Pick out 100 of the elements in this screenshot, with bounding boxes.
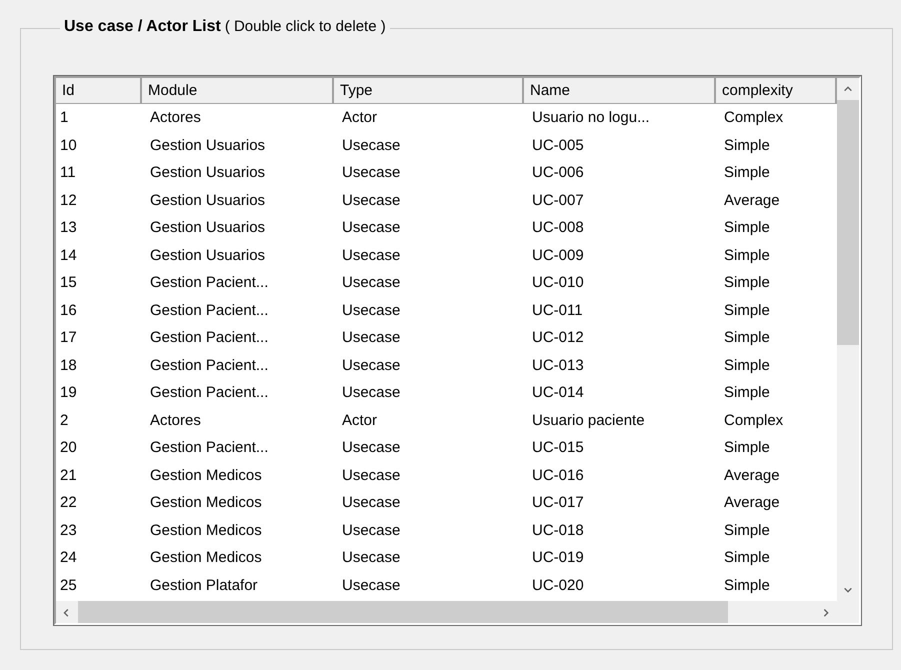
table-cell-text: Simple (723, 274, 771, 292)
table-cell-text: Gestion Usuarios (149, 219, 266, 236)
table-cell-text: Usecase (341, 356, 402, 374)
table-cell-text: Usecase (341, 302, 402, 319)
table-cell-text: UC-014 (531, 384, 585, 402)
table-cell-text: Actores (149, 109, 202, 126)
table-cell-text: Gestion Medicos (149, 522, 263, 539)
table-cell-text: Usecase (341, 494, 402, 512)
table-cell-text: 13 (59, 219, 78, 236)
table-cell-text: 17 (59, 329, 78, 346)
vertical-scrollbar[interactable] (837, 78, 859, 601)
column-header[interactable]: complexity (716, 78, 837, 104)
table-cell-text: UC-015 (531, 439, 585, 456)
table-cell-text: Gestion Pacient... (149, 384, 270, 402)
table-cell-text: Usecase (341, 329, 402, 346)
table-cell-text: Usecase (341, 274, 402, 292)
table-cell-text: UC-007 (531, 192, 585, 209)
table-cell-text: 23 (59, 522, 78, 539)
table-cell-text: Gestion Pacient... (149, 302, 270, 319)
table-cell-text: Usecase (341, 466, 402, 484)
table-cell-text: Usecase (341, 439, 402, 456)
table-cell-text: Gestion Pacient... (149, 356, 270, 374)
table-cell-text: UC-006 (531, 164, 585, 182)
table-cell-text: UC-005 (531, 136, 585, 154)
table-cell-text: UC-013 (531, 356, 585, 374)
table-cell-text: Actor (341, 412, 378, 429)
list-view[interactable] (54, 76, 861, 625)
table-cell-text: Usuario paciente (531, 412, 646, 429)
chevron-up-icon[interactable] (843, 84, 853, 94)
table-cell-text: Usecase (341, 576, 402, 594)
table-cell-text: Usecase (341, 219, 402, 236)
table-cell-text: Usecase (341, 164, 402, 182)
table-cell-text: Simple (723, 549, 771, 566)
table-cell-text: 2 (59, 412, 70, 429)
table-cell-text: 25 (59, 576, 78, 594)
table-cell-text: 10 (59, 136, 78, 154)
table-cell-text: Usecase (341, 522, 402, 539)
table-cell-text: Average (723, 494, 781, 512)
table-cell-text: 16 (59, 302, 78, 319)
table-cell-text: UC-012 (531, 329, 585, 346)
table-cell-text: Simple (723, 246, 771, 264)
group-hint: ( Double click to delete ) (224, 18, 386, 35)
table-cell-text: Simple (723, 384, 771, 402)
table-cell-text: Gestion Pacient... (149, 329, 270, 346)
table-cell-text: Usecase (341, 136, 402, 154)
column-header[interactable]: Module (142, 78, 334, 104)
scrollbar-thumb[interactable] (78, 601, 728, 623)
table-cell-text: Actor (341, 109, 378, 126)
table-cell-text: Average (723, 466, 781, 484)
table-cell-text: Gestion Medicos (149, 549, 263, 566)
table-cell-text: Gestion Usuarios (149, 136, 266, 154)
table-cell-text: Simple (723, 302, 771, 319)
table-cell-text: 15 (59, 274, 78, 292)
table-cell-text: Simple (723, 136, 771, 154)
table-cell-text: Complex (723, 412, 784, 429)
column-header[interactable]: Name (524, 78, 716, 104)
chevron-right-icon[interactable] (821, 607, 831, 617)
table-cell-text: Simple (723, 329, 771, 346)
table-cell-text: 21 (59, 466, 78, 484)
table-cell-text: 12 (59, 192, 78, 209)
table-cell-text: UC-020 (531, 576, 585, 594)
table-cell-text: 11 (59, 164, 77, 182)
table-cell-text: UC-009 (531, 246, 585, 264)
table-cell-text: 14 (59, 246, 78, 264)
table-cell-text: 20 (59, 439, 78, 456)
table-cell-text: UC-019 (531, 549, 585, 566)
table-cell-text: Simple (723, 219, 771, 236)
table-cell-text: Usecase (341, 549, 402, 566)
table-cell-text: Gestion Usuarios (149, 164, 266, 182)
table-cell-text: Simple (723, 576, 771, 594)
table-cell-text: Gestion Usuarios (149, 246, 266, 264)
table-cell-text: Gestion Medicos (149, 466, 263, 484)
table-cell-text: UC-018 (531, 522, 585, 539)
scrollbar-thumb[interactable] (837, 100, 859, 345)
table-cell-text: Gestion Usuarios (149, 192, 266, 209)
horizontal-scrollbar[interactable] (56, 601, 837, 623)
table-cell-text: Simple (723, 522, 771, 539)
table-cell-text: Average (723, 192, 781, 209)
table-cell-text: Gestion Medicos (149, 494, 263, 512)
table-cell-text: UC-011 (531, 302, 584, 319)
table-cell-text: Actores (149, 412, 202, 429)
table-cell-text: 1 (59, 109, 70, 126)
table-cell-text: 19 (59, 384, 78, 402)
table-cell-text: Gestion Pacient... (149, 274, 270, 292)
table-cell-text: UC-017 (531, 494, 585, 512)
chevron-down-icon[interactable] (843, 585, 853, 595)
table-cell-text: Simple (723, 356, 771, 374)
group-title: Use case / Actor List (64, 18, 221, 36)
column-header[interactable]: Id (56, 78, 142, 104)
table-cell-text: Simple (723, 439, 771, 456)
table-cell-text: 22 (59, 494, 78, 512)
table-cell-text: Gestion Platafor (149, 576, 259, 594)
table-cell-text: Usuario no logu... (531, 109, 651, 126)
table-cell-text: Usecase (341, 192, 402, 209)
table-cell-text: 24 (59, 549, 78, 566)
column-header[interactable]: Type (334, 78, 524, 104)
table-cell-text: Gestion Pacient... (149, 439, 270, 456)
table-cell-text: Usecase (341, 384, 402, 402)
table-cell-text: UC-008 (531, 219, 585, 236)
table-cell-text: Complex (723, 109, 784, 126)
